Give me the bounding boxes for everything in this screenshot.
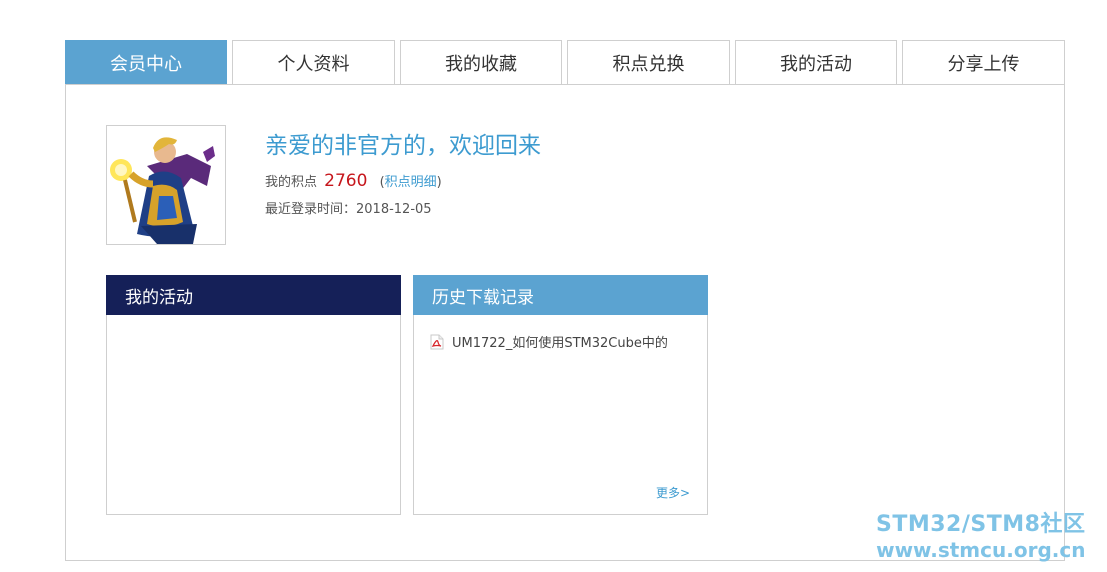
my-activities-header: 我的活动 bbox=[106, 275, 401, 315]
download-history-title: 历史下载记录 bbox=[432, 287, 534, 308]
download-history-box: 历史下载记录 UM1722_如何使用STM32Cube中的 更多> bbox=[413, 275, 708, 515]
watermark-line1: STM32/STM8社区 bbox=[876, 512, 1086, 537]
points-detail-link[interactable]: 积点明细 bbox=[385, 175, 437, 190]
tab-my-activities[interactable]: 我的活动 bbox=[735, 40, 897, 84]
my-activities-box: 我的活动 bbox=[106, 275, 401, 515]
pdf-icon bbox=[430, 334, 444, 349]
avatar[interactable] bbox=[106, 125, 226, 245]
points-label: 我的积点 bbox=[265, 175, 318, 190]
points-value: 2760 bbox=[324, 171, 368, 191]
points-line: 我的积点 2760 (积点明细) bbox=[265, 171, 442, 191]
more-link[interactable]: 更多> bbox=[656, 484, 690, 501]
last-login-text: 最近登录时间：2018-12-05 bbox=[265, 202, 432, 217]
welcome-heading: 亲爱的非官方的，欢迎回来 bbox=[265, 133, 541, 159]
points-detail-close: ) bbox=[436, 175, 442, 190]
member-tabs: 会员中心 个人资料 我的收藏 积点兑换 我的活动 分享上传 bbox=[65, 40, 1065, 85]
tab-profile[interactable]: 个人资料 bbox=[232, 40, 395, 84]
site-watermark: STM32/STM8社区 www.stmcu.org.cn bbox=[876, 512, 1086, 562]
tab-points-exchange[interactable]: 积点兑换 bbox=[567, 40, 730, 84]
tab-favorites[interactable]: 我的收藏 bbox=[400, 40, 562, 84]
watermark-line2: www.stmcu.org.cn bbox=[876, 538, 1086, 562]
download-history-header: 历史下载记录 bbox=[413, 275, 708, 315]
tab-member-center[interactable]: 会员中心 bbox=[65, 40, 227, 84]
avatar-image bbox=[107, 126, 225, 244]
my-activities-title: 我的活动 bbox=[125, 287, 193, 308]
download-item[interactable]: UM1722_如何使用STM32Cube中的 bbox=[429, 332, 668, 351]
tab-share-upload[interactable]: 分享上传 bbox=[902, 40, 1065, 84]
member-center-panel: 亲爱的非官方的，欢迎回来 我的积点 2760 (积点明细) 最近登录时间：201… bbox=[65, 84, 1065, 561]
download-item-title: UM1722_如何使用STM32Cube中的 bbox=[452, 336, 668, 351]
